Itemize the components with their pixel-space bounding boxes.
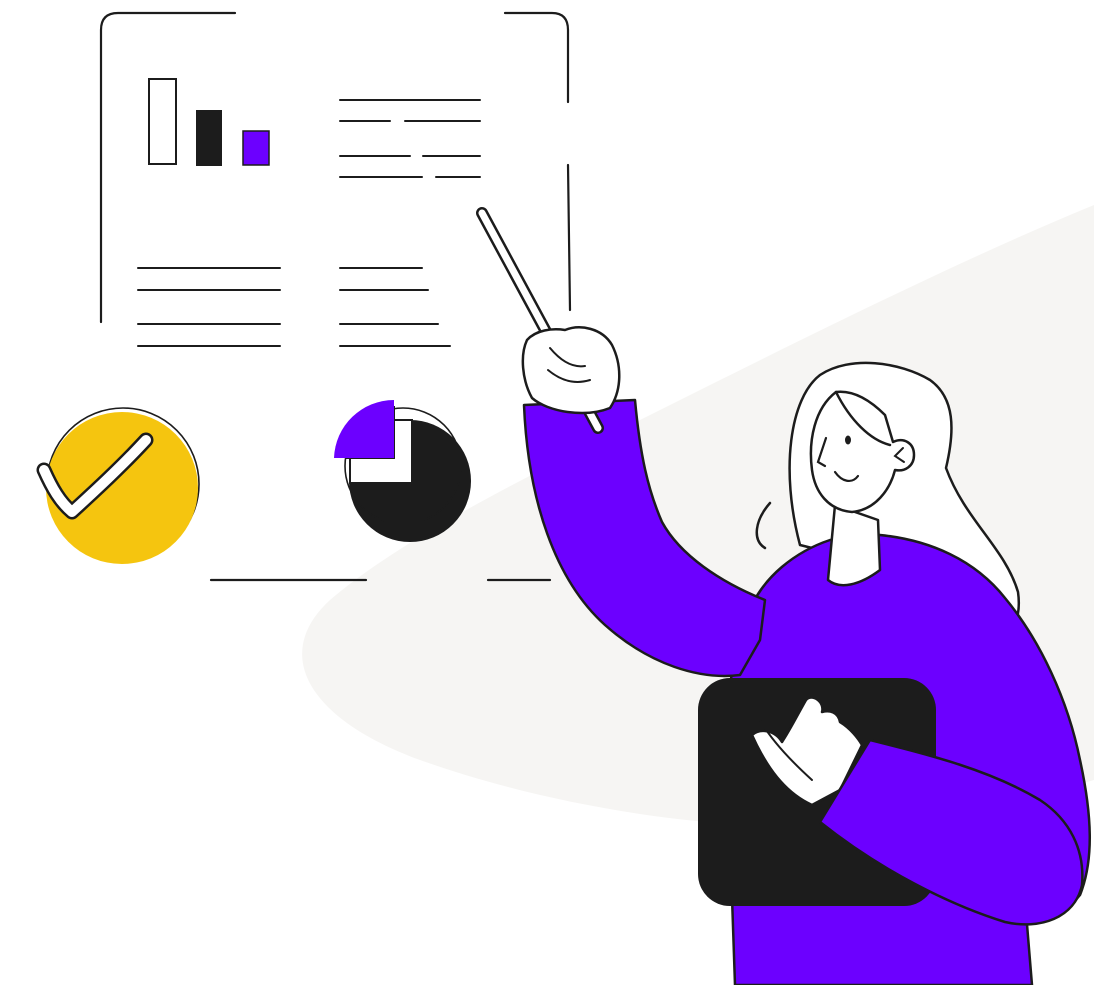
eye <box>845 435 851 445</box>
neck <box>826 503 882 587</box>
illustration-canvas <box>0 0 1094 985</box>
raised-hand <box>521 326 621 415</box>
presenter-illustration <box>36 11 1094 985</box>
bar-black <box>196 110 222 166</box>
bar-chart-icon <box>148 78 270 166</box>
bar-purple <box>242 130 270 166</box>
document-text-lines <box>137 99 481 347</box>
check-badge-icon <box>36 407 200 564</box>
pie-chart-icon <box>334 400 471 542</box>
bar-outline <box>148 78 177 165</box>
